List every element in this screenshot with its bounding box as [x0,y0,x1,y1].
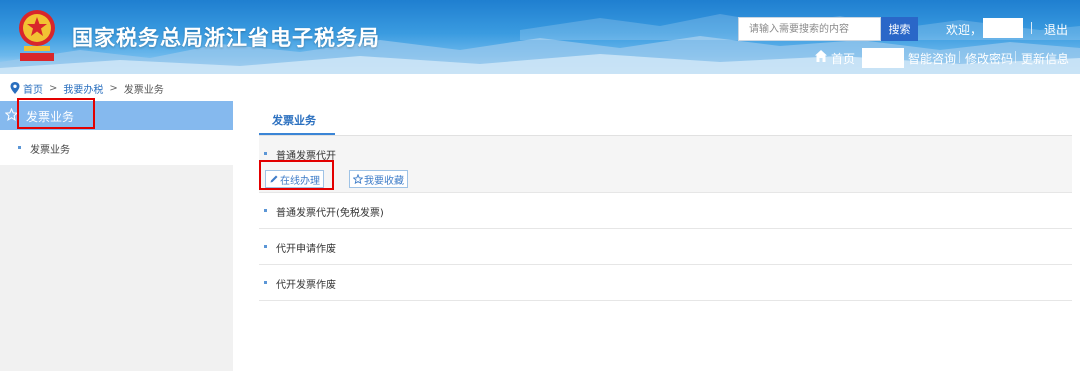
service-row: 代开申请作废 [259,229,1072,265]
username-redacted [983,18,1023,38]
bullet [18,146,21,149]
nav-smart-consult-link[interactable]: 智能咨询 [908,50,956,67]
divider [1015,51,1016,63]
search-input[interactable] [738,17,881,41]
star-icon [353,174,363,184]
highlight-box [17,98,95,129]
search-button[interactable]: 搜索 [881,17,918,41]
location-pin-icon [10,82,20,94]
header-banner: 国家税务总局浙江省电子税务局 搜索 欢迎， 退出 首页 智能咨询 修改密码 更新… [0,0,1080,74]
service-label[interactable]: 普通发票代开(免税发票) [276,204,384,219]
breadcrumb-tax[interactable]: 我要办税 [63,81,103,96]
breadcrumb-separator: > [109,82,118,94]
add-favorite-label: 我要收藏 [364,175,404,187]
nav-change-password-link[interactable]: 修改密码 [965,50,1013,67]
home-icon[interactable] [814,49,828,63]
bullet [264,281,267,284]
sidebar-item-label: 发票业务 [30,145,70,156]
redacted-nav-item [862,48,904,68]
breadcrumb: 首页 > 我要办税 > 发票业务 [10,80,164,96]
welcome-text: 欢迎， [946,23,983,37]
service-label[interactable]: 代开发票作废 [276,276,336,291]
bullet [264,245,267,248]
breadcrumb-home[interactable]: 首页 [23,81,43,96]
breadcrumb-separator: > [49,82,58,94]
service-label[interactable]: 代开申请作废 [276,240,336,255]
nav-update-info-link[interactable]: 更新信息 [1021,50,1069,67]
service-row: 代开发票作废 [259,265,1072,301]
logout-link[interactable]: 退出 [1044,21,1068,38]
service-row: 普通发票代开(免税发票) [259,193,1072,229]
bullet [264,152,267,155]
sidebar: 发票业务 发票业务 [0,101,233,371]
site-title: 国家税务总局浙江省电子税务局 [72,26,380,50]
service-row: 普通发票代开 在线办理 我要收藏 [259,136,1072,193]
divider [959,51,960,63]
tax-emblem-icon [19,10,55,61]
sidebar-item-invoice[interactable]: 发票业务 [0,130,233,165]
tab-invoice[interactable]: 发票业务 [272,112,316,128]
divider [1031,22,1032,34]
breadcrumb-current: 发票业务 [123,84,164,96]
nav-home-link[interactable]: 首页 [831,50,855,67]
bullet [264,209,267,212]
highlight-box [259,160,334,190]
add-favorite-button[interactable]: 我要收藏 [349,170,408,188]
